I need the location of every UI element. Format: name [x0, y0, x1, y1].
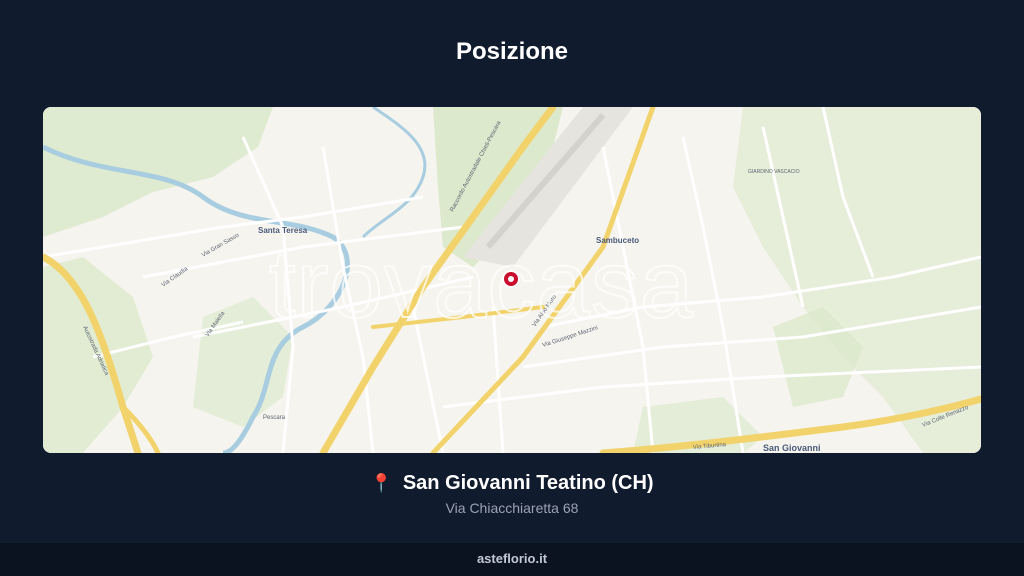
watermark-text: trovacasa [269, 231, 694, 338]
map-marker-icon[interactable] [502, 270, 520, 288]
pushpin-icon: 📍 [370, 473, 393, 493]
footer-site-link[interactable]: asteflorio.it [0, 551, 1024, 566]
location-heading: 📍 San Giovanni Teatino (CH) [0, 472, 1024, 495]
page-title: Posizione [455, 38, 569, 65]
place-label: San Giovanni [763, 443, 821, 453]
place-label: GIARDINO VASCACIO [748, 169, 800, 175]
map-canvas[interactable]: Santa Teresa Sambuceto San Giovanni GIAR… [43, 107, 981, 453]
location-city: San Giovanni Teatino (CH) [402, 472, 654, 494]
street-label: Pescara [263, 415, 286, 421]
footer: asteflorio.it [0, 543, 1024, 576]
location-address: Via Chiacchiaretta 68 [445, 500, 579, 516]
map[interactable]: Santa Teresa Sambuceto San Giovanni GIAR… [43, 107, 981, 453]
